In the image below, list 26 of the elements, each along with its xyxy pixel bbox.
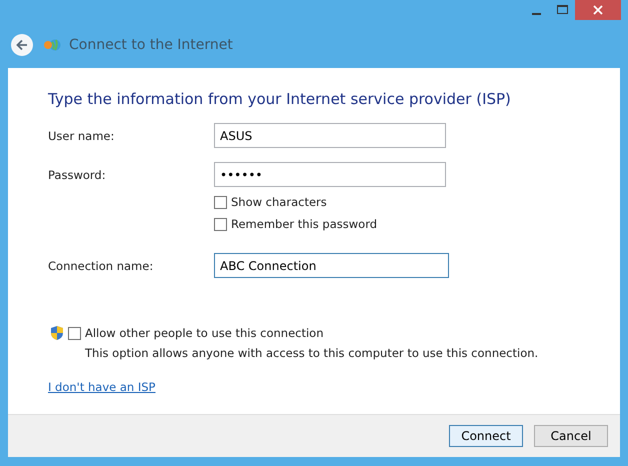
cancel-button[interactable]: Cancel (534, 425, 608, 447)
input-field[interactable]: ASUS (214, 123, 446, 148)
checkbox[interactable] (214, 218, 227, 230)
checkbox-label[interactable]: Remember this password (231, 217, 378, 231)
checkbox-label[interactable]: Show characters (231, 195, 327, 209)
field-label: User name: (48, 128, 116, 142)
close-icon (593, 5, 603, 15)
password-field[interactable]: •••••• (214, 162, 446, 187)
window-title: Connect to the Internet (69, 36, 233, 52)
option-description: This option allows anyone with access to this computer to use this connection. (85, 346, 538, 360)
checkbox[interactable] (68, 326, 81, 340)
shield-icon (50, 325, 64, 341)
back-arrow-icon (16, 38, 28, 50)
network-globe-icon (43, 38, 61, 52)
back-button[interactable] (11, 34, 33, 56)
checkbox[interactable] (214, 196, 227, 208)
maximize-icon (556, 5, 568, 15)
page-heading: Type the information from your Internet service provider (ISP) (48, 90, 512, 108)
checkbox-label[interactable]: Allow other people to use this connection (85, 326, 324, 340)
minimize-icon (532, 12, 540, 14)
no-isp-link[interactable]: I don't have an ISP (48, 380, 156, 394)
close-button[interactable] (575, 0, 621, 20)
field-label: Connection name: (48, 258, 154, 272)
field-label: Password: (48, 168, 107, 182)
connect-button[interactable]: Connect (449, 425, 523, 447)
input-field[interactable]: ABC Connection (214, 253, 449, 278)
